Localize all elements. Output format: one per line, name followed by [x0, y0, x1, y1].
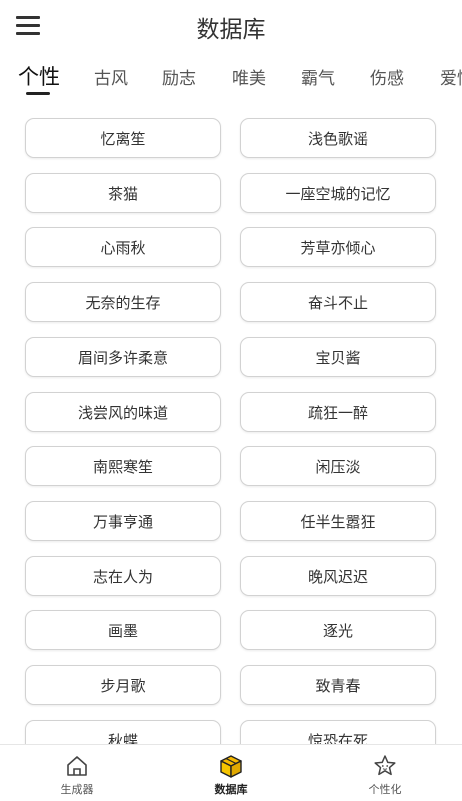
active-tab-indicator — [26, 92, 50, 95]
tab-aiqing[interactable]: 爱情 — [440, 64, 462, 89]
list-item[interactable]: 万事亨通 — [25, 501, 221, 541]
bottom-nav: 生成器 数据库 个性化 — [0, 744, 462, 801]
tab-baqi[interactable]: 霸气 — [301, 64, 335, 89]
list-item[interactable]: 画墨 — [25, 610, 221, 650]
tab-gexing[interactable]: 个性 — [18, 61, 60, 91]
category-tabs: 个性 古风 励志 唯美 霸气 伤感 爱情 — [0, 58, 462, 100]
app-header: 数据库 — [0, 0, 462, 52]
nav-database[interactable]: 数据库 — [154, 745, 308, 801]
list-item[interactable]: 闲压淡 — [240, 446, 436, 486]
name-list[interactable]: 忆离笙 浅色歌谣 茶猫 一座空城的记忆 心雨秋 芳草亦倾心 无奈的生存 奋斗不止… — [0, 116, 462, 744]
list-item[interactable]: 疏狂一醉 — [240, 392, 436, 432]
tab-shanggan[interactable]: 伤感 — [370, 64, 404, 89]
list-item[interactable]: 忆离笙 — [25, 118, 221, 158]
list-item[interactable]: 浅色歌谣 — [240, 118, 436, 158]
list-item[interactable]: 芳草亦倾心 — [240, 227, 436, 267]
nav-label: 生成器 — [60, 783, 94, 796]
list-item[interactable]: 茶猫 — [25, 173, 221, 213]
list-item[interactable]: 一座空城的记忆 — [240, 173, 436, 213]
list-item[interactable]: 志在人为 — [25, 556, 221, 596]
list-item[interactable]: 宝贝酱 — [240, 337, 436, 377]
tab-weimei[interactable]: 唯美 — [232, 64, 266, 89]
page-title: 数据库 — [196, 17, 266, 43]
tab-gufeng[interactable]: 古风 — [94, 64, 128, 89]
list-item[interactable]: 秋蝶 — [25, 720, 221, 744]
nav-personalize[interactable]: 个性化 — [308, 745, 462, 801]
list-item[interactable]: 惊恐在死 — [240, 720, 436, 744]
list-item[interactable]: 浅尝风的味道 — [25, 392, 221, 432]
list-item[interactable]: 步月歌 — [25, 665, 221, 705]
database-box-icon — [220, 755, 242, 778]
list-item[interactable]: 致青春 — [240, 665, 436, 705]
list-item[interactable]: 逐光 — [240, 610, 436, 650]
list-item[interactable]: 晚风迟迟 — [240, 556, 436, 596]
list-item[interactable]: 奋斗不止 — [240, 282, 436, 322]
list-item[interactable]: 无奈的生存 — [25, 282, 221, 322]
list-item[interactable]: 任半生嚣狂 — [240, 501, 436, 541]
nav-generator[interactable]: 生成器 — [0, 745, 154, 801]
list-item[interactable]: 眉间多许柔意 — [25, 337, 221, 377]
nav-label: 数据库 — [214, 783, 248, 796]
tab-lizhi[interactable]: 励志 — [162, 64, 196, 89]
star-face-icon — [374, 755, 396, 776]
home-icon — [67, 756, 87, 776]
list-item[interactable]: 南熙寒笙 — [25, 446, 221, 486]
list-item[interactable]: 心雨秋 — [25, 227, 221, 267]
nav-label: 个性化 — [368, 783, 402, 796]
